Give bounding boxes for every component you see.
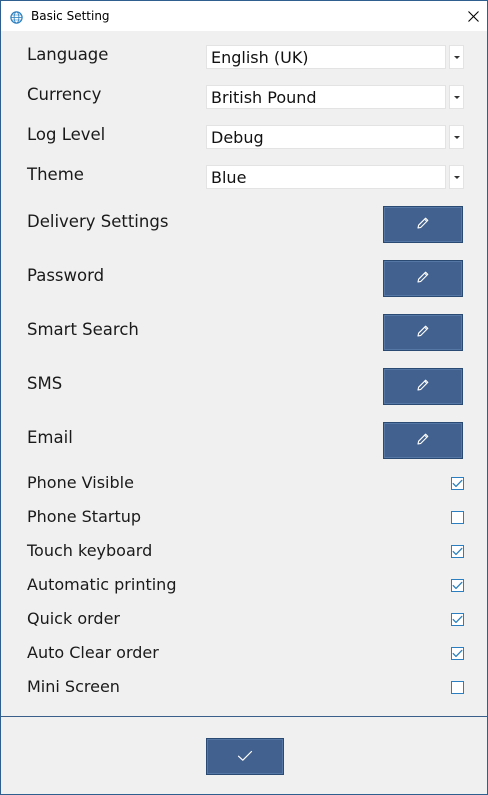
password-label: Password <box>27 266 105 285</box>
password-edit-button[interactable] <box>383 260 463 297</box>
theme-value[interactable]: Blue <box>206 165 446 189</box>
language-dropdown[interactable]: English (UK) <box>206 45 464 69</box>
chevron-down-icon[interactable] <box>449 125 464 149</box>
phone-startup-label: Phone Startup <box>27 507 142 526</box>
log-level-dropdown[interactable]: Debug <box>206 125 464 149</box>
pencil-icon <box>416 323 430 342</box>
phone-startup-checkbox[interactable] <box>451 511 464 524</box>
checkmark-icon <box>452 547 463 556</box>
log-level-value[interactable]: Debug <box>206 125 446 149</box>
touch-keyboard-checkbox[interactable] <box>451 545 464 558</box>
email-edit-button[interactable] <box>383 422 463 459</box>
automatic-printing-checkbox[interactable] <box>451 579 464 592</box>
window-title: Basic Setting <box>31 9 110 23</box>
currency-label: Currency <box>27 85 102 104</box>
smart-search-edit-button[interactable] <box>383 314 463 351</box>
globe-icon <box>10 9 23 24</box>
basic-setting-window: Basic Setting Language English (UK) Curr… <box>0 0 488 795</box>
title-bar: Basic Setting <box>1 1 487 31</box>
auto-clear-order-checkbox[interactable] <box>451 647 464 660</box>
smart-search-label: Smart Search <box>27 320 139 339</box>
chevron-down-icon[interactable] <box>449 85 464 109</box>
checkmark-icon <box>237 747 253 766</box>
chevron-down-icon[interactable] <box>449 45 464 69</box>
touch-keyboard-label: Touch keyboard <box>27 541 153 560</box>
mini-screen-label: Mini Screen <box>27 677 120 696</box>
language-label: Language <box>27 45 109 64</box>
confirm-button[interactable] <box>206 738 284 775</box>
language-value[interactable]: English (UK) <box>206 45 446 69</box>
footer-divider <box>1 716 487 717</box>
checkmark-icon <box>452 479 463 488</box>
phone-visible-label: Phone Visible <box>27 473 134 492</box>
delivery-settings-label: Delivery Settings <box>27 212 169 231</box>
checkmark-icon <box>452 649 463 658</box>
pencil-icon <box>416 431 430 450</box>
email-label: Email <box>27 428 73 447</box>
currency-value[interactable]: British Pound <box>206 85 446 109</box>
quick-order-checkbox[interactable] <box>451 613 464 626</box>
log-level-label: Log Level <box>27 125 106 144</box>
auto-clear-order-label: Auto Clear order <box>27 643 159 662</box>
close-button[interactable] <box>459 1 487 31</box>
pencil-icon <box>416 269 430 288</box>
checkmark-icon <box>452 581 463 590</box>
sms-edit-button[interactable] <box>383 368 463 405</box>
theme-label: Theme <box>27 165 84 184</box>
chevron-down-icon[interactable] <box>449 165 464 189</box>
pencil-icon <box>416 377 430 396</box>
delivery-settings-edit-button[interactable] <box>383 206 463 243</box>
sms-label: SMS <box>27 374 63 393</box>
mini-screen-checkbox[interactable] <box>451 681 464 694</box>
checkmark-icon <box>452 615 463 624</box>
theme-dropdown[interactable]: Blue <box>206 165 464 189</box>
automatic-printing-label: Automatic printing <box>27 575 177 594</box>
phone-visible-checkbox[interactable] <box>451 477 464 490</box>
close-icon <box>467 7 479 26</box>
quick-order-label: Quick order <box>27 609 120 628</box>
pencil-icon <box>416 215 430 234</box>
currency-dropdown[interactable]: British Pound <box>206 85 464 109</box>
